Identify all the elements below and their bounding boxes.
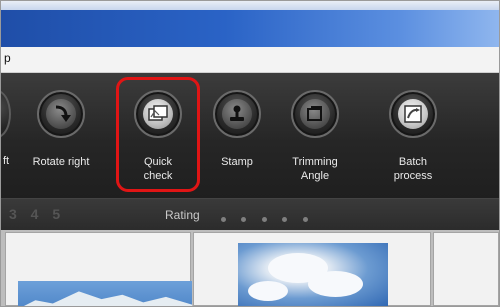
menu-bar: p (1, 47, 499, 73)
toolbar: ft Rotate right Quick check Stamp Trimmi… (1, 73, 499, 198)
rotate-left-button[interactable] (1, 90, 11, 138)
rotate-right-icon (46, 99, 76, 129)
rating-dot[interactable] (221, 217, 226, 222)
trimming-angle-circle (291, 90, 339, 138)
thumbnail-cell[interactable] (5, 232, 192, 306)
rotate-right-label: Rotate right (32, 156, 90, 168)
rating-dot[interactable] (261, 217, 267, 222)
rating-stars[interactable] (221, 209, 319, 227)
stamp-label: Stamp (221, 156, 253, 168)
thumbnail-image[interactable] (18, 281, 192, 306)
batch-process-button[interactable]: Batch process (373, 73, 453, 198)
rating-dot[interactable] (241, 217, 247, 222)
rating-dot[interactable] (282, 217, 288, 222)
title-bar (1, 1, 499, 47)
rating-dot[interactable] (302, 217, 308, 222)
batch-process-circle (389, 90, 437, 138)
batch-process-icon (398, 99, 428, 129)
rating-label: Rating (165, 208, 200, 222)
trimming-angle-button[interactable]: Trimming Angle (275, 73, 355, 198)
menu-item-help[interactable]: p (4, 51, 11, 65)
thumbnail-cell[interactable] (433, 232, 499, 306)
trimming-angle-icon (300, 99, 330, 129)
stamp-icon (222, 99, 252, 129)
thumbnail-cell[interactable] (193, 232, 431, 306)
rotate-right-circle (37, 90, 85, 138)
stamp-button[interactable]: Stamp (197, 73, 277, 198)
app-window: p ft Rotate right Quick check Stamp Trim… (0, 0, 500, 307)
thumbnail-image[interactable] (238, 243, 388, 306)
quick-check-highlight (116, 77, 200, 192)
rotate-left-label: ft (3, 155, 10, 167)
rotate-right-button[interactable]: Rotate right (21, 73, 101, 198)
rating-bar: 3 4 5 Rating (1, 198, 499, 231)
trimming-angle-label: Trimming Angle (292, 156, 338, 182)
thumbnail-area (1, 230, 499, 306)
rating-filter-digits[interactable]: 3 4 5 (9, 206, 65, 222)
stamp-circle (213, 90, 261, 138)
batch-process-label: Batch process (393, 156, 433, 182)
